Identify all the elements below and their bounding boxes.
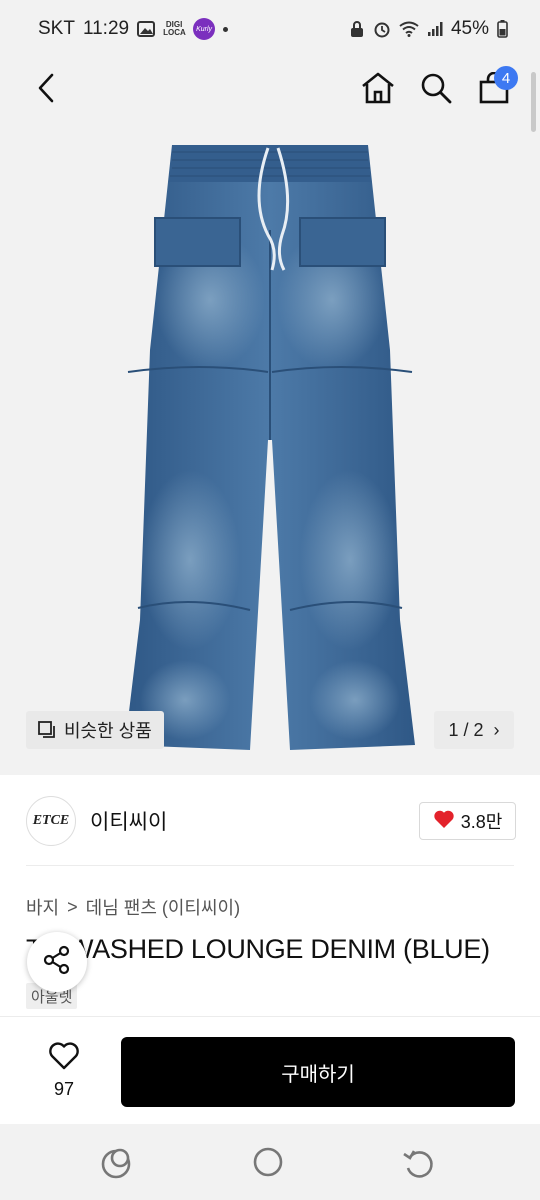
home-button[interactable] xyxy=(358,68,398,112)
share-icon xyxy=(42,945,72,980)
buy-button[interactable]: 구매하기 xyxy=(121,1037,515,1107)
back-arrow-icon xyxy=(37,73,55,108)
search-icon xyxy=(420,72,452,109)
section-divider xyxy=(26,865,514,866)
signal-icon xyxy=(427,21,443,37)
lock-icon xyxy=(349,20,365,38)
share-button[interactable] xyxy=(27,932,87,992)
wishlist-button[interactable]: 97 xyxy=(34,1039,94,1103)
clock: 11:29 xyxy=(82,18,130,39)
scroll-indicator[interactable] xyxy=(531,72,536,132)
kurly-notification-icon: Kurly xyxy=(193,18,216,40)
gallery-notification-icon xyxy=(137,21,156,37)
status-bar: SKT 11:29 DIGI LOCA Kurly 45% xyxy=(0,0,540,60)
breadcrumb-category[interactable]: 바지 xyxy=(26,894,59,920)
image-page-indicator[interactable]: 1 / 2 › xyxy=(434,711,514,749)
home-circle-icon xyxy=(250,1147,290,1186)
product-image-gallery[interactable]: 비슷한 상품 1 / 2 › xyxy=(0,60,540,775)
bottom-action-bar: 97 구매하기 xyxy=(0,1016,540,1125)
heart-outline-icon xyxy=(48,1042,80,1075)
back-button[interactable] xyxy=(28,68,64,112)
wifi-icon xyxy=(399,21,419,37)
product-title: T... WASHED LOUNGE DENIM (BLUE) xyxy=(26,934,490,964)
battery-percent: 45% xyxy=(450,18,489,39)
alarm-icon xyxy=(373,20,391,38)
top-navigation: 4 xyxy=(0,60,540,120)
breadcrumb-separator: > xyxy=(67,896,78,917)
seller-row[interactable]: ETCE 이티씨이 3.8만 xyxy=(0,775,540,865)
battery-icon xyxy=(497,20,508,38)
seller-logo[interactable]: ETCE xyxy=(26,796,76,846)
heart-icon xyxy=(433,809,455,834)
breadcrumb: 바지 > 데님 팬츠 (이티씨이) xyxy=(26,894,240,920)
similar-items-label: 비슷한 상품 xyxy=(64,721,152,741)
system-navigation-bar xyxy=(0,1124,540,1200)
search-button[interactable] xyxy=(416,68,456,112)
carrier-label: SKT xyxy=(38,18,75,39)
cart-button[interactable]: 4 xyxy=(472,66,518,112)
product-photo xyxy=(100,140,440,760)
system-home-button[interactable] xyxy=(250,1142,290,1187)
nav-back-icon xyxy=(400,1150,440,1186)
more-notifications-dot xyxy=(223,26,229,32)
page-indicator-text: 1 / 2 xyxy=(448,719,484,740)
system-back-button[interactable] xyxy=(400,1142,440,1187)
home-icon xyxy=(360,71,396,110)
chevron-right-icon: › xyxy=(493,719,500,740)
cart-count-badge: 4 xyxy=(494,66,518,90)
seller-name[interactable]: 이티씨이 xyxy=(90,806,167,836)
digi-loca-notification-icon: DIGI LOCA xyxy=(163,20,186,37)
recent-apps-icon xyxy=(96,1148,136,1186)
recent-apps-button[interactable] xyxy=(96,1142,136,1187)
similar-items-button[interactable]: 비슷한 상품 xyxy=(26,711,164,749)
brand-like-count: 3.8만 xyxy=(460,812,503,832)
similar-items-icon xyxy=(38,721,56,739)
brand-like-button[interactable]: 3.8만 xyxy=(419,802,516,840)
breadcrumb-subcategory[interactable]: 데님 팬츠 (이티씨이) xyxy=(86,894,240,920)
wishlist-count: 97 xyxy=(53,1079,75,1099)
